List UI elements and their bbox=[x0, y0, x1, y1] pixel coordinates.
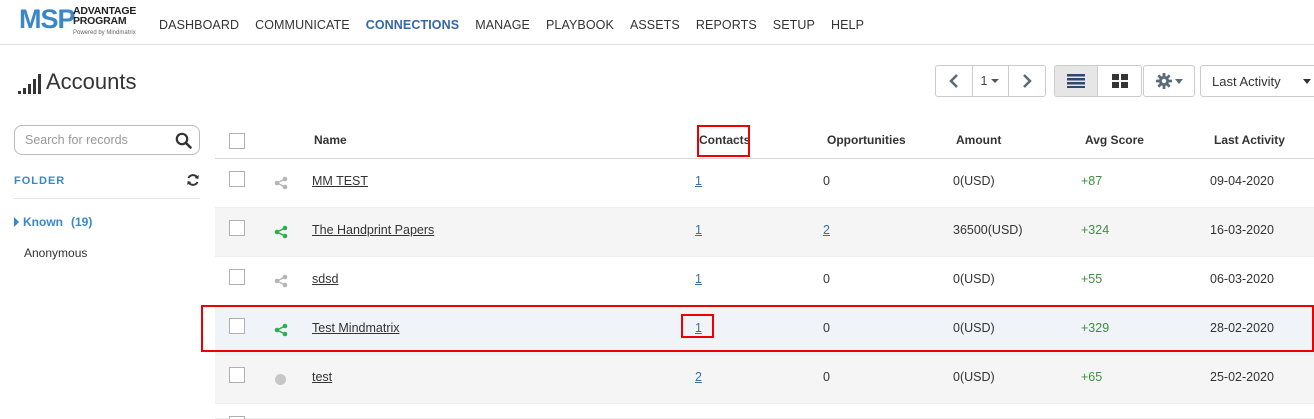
folder-known-count: (19) bbox=[71, 215, 93, 229]
folder-header: FOLDER bbox=[14, 173, 200, 190]
chevron-left-icon bbox=[949, 74, 958, 88]
folder-label: FOLDER bbox=[14, 175, 66, 187]
col-amount[interactable]: Amount bbox=[956, 133, 1001, 147]
account-name[interactable]: The Handprint Papers bbox=[312, 223, 434, 237]
nav-help[interactable]: HELP bbox=[831, 18, 864, 32]
share-icon bbox=[274, 176, 288, 190]
folder-anonymous[interactable]: Anonymous bbox=[24, 246, 87, 260]
nav-manage[interactable]: MANAGE bbox=[475, 18, 530, 32]
table-row[interactable]: test 2 0 0(USD) +65 25-02-2020 bbox=[215, 355, 1314, 404]
col-avg-score[interactable]: Avg Score bbox=[1085, 133, 1144, 147]
amount-value: 0(USD) bbox=[953, 272, 995, 286]
grid-view-button[interactable] bbox=[1098, 66, 1141, 96]
sort-label: Last Activity bbox=[1212, 73, 1281, 89]
table-row[interactable]: sdsd 1 0 0(USD) +55 06-03-2020 bbox=[215, 257, 1314, 306]
status-dot-icon bbox=[275, 374, 286, 385]
amount-value: 36500(USD) bbox=[953, 223, 1023, 237]
page-number: 1 bbox=[980, 74, 988, 88]
folder-divider bbox=[14, 198, 200, 199]
view-toggle bbox=[1054, 65, 1142, 97]
search-input[interactable] bbox=[25, 133, 170, 147]
nav-reports[interactable]: REPORTS bbox=[696, 18, 757, 32]
nav-connections[interactable]: CONNECTIONS bbox=[366, 18, 459, 32]
folder-known-label: Known bbox=[23, 215, 63, 229]
record-search bbox=[14, 125, 200, 155]
contacts-count[interactable]: 1 bbox=[695, 272, 702, 286]
account-name[interactable]: sdsd bbox=[312, 272, 338, 286]
table-row[interactable]: MM TEST 1 0 0(USD) +87 09-04-2020 bbox=[215, 159, 1314, 208]
col-name[interactable]: Name bbox=[314, 133, 347, 147]
select-all-checkbox[interactable] bbox=[229, 133, 245, 149]
list-view-button[interactable] bbox=[1055, 66, 1098, 96]
prev-page-button[interactable] bbox=[936, 66, 972, 96]
table-row-partial bbox=[215, 404, 1314, 419]
caret-down-icon bbox=[991, 79, 1000, 83]
grid-icon bbox=[1111, 74, 1128, 88]
avg-score: +55 bbox=[1081, 272, 1103, 286]
row-highlight bbox=[201, 305, 1314, 352]
logo-msp: MSP bbox=[19, 4, 76, 34]
row-checkbox[interactable] bbox=[229, 367, 245, 383]
settings-button[interactable] bbox=[1143, 65, 1195, 97]
avg-score: +324 bbox=[1081, 223, 1110, 237]
chevron-right-icon bbox=[1023, 74, 1032, 88]
caret-down-icon bbox=[1174, 78, 1183, 84]
contacts-cell-highlight bbox=[681, 314, 714, 338]
nav-dashboard[interactable]: DASHBOARD bbox=[159, 18, 239, 32]
gear-icon bbox=[1155, 73, 1172, 89]
top-nav: MSP ADVANTAGE PROGRAM Powered by Mindmatr… bbox=[0, 0, 1314, 45]
page-select[interactable]: 1 bbox=[972, 66, 1009, 96]
last-activity-date: 25-02-2020 bbox=[1210, 370, 1274, 384]
row-checkbox[interactable] bbox=[229, 220, 245, 236]
contacts-count[interactable]: 2 bbox=[695, 370, 702, 384]
last-activity-date: 06-03-2020 bbox=[1210, 272, 1274, 286]
refresh-icon[interactable] bbox=[186, 173, 200, 190]
avg-score: +65 bbox=[1081, 370, 1103, 384]
row-checkbox[interactable] bbox=[229, 171, 245, 187]
search-icon[interactable] bbox=[175, 132, 192, 152]
list-icon bbox=[1067, 74, 1085, 88]
signal-bars-icon bbox=[18, 72, 42, 94]
next-page-button[interactable] bbox=[1009, 66, 1045, 96]
sort-select[interactable]: Last Activity bbox=[1200, 65, 1314, 97]
contacts-count[interactable]: 1 bbox=[695, 223, 702, 237]
opportunities-count: 0 bbox=[823, 174, 830, 188]
page-title: Accounts bbox=[46, 69, 137, 94]
contacts-count[interactable]: 1 bbox=[695, 174, 702, 188]
nav-playbook[interactable]: PLAYBOOK bbox=[546, 18, 614, 32]
opportunities-count: 0 bbox=[823, 272, 830, 286]
avg-score: +87 bbox=[1081, 174, 1103, 188]
opportunities-count: 0 bbox=[823, 370, 830, 384]
nav-setup[interactable]: SETUP bbox=[773, 18, 815, 32]
pagination: 1 bbox=[935, 65, 1046, 97]
caret-down-icon bbox=[1303, 79, 1311, 84]
col-last-activity[interactable]: Last Activity bbox=[1214, 133, 1285, 147]
account-name[interactable]: MM TEST bbox=[312, 174, 368, 188]
share-icon bbox=[274, 274, 288, 288]
nav-assets[interactable]: ASSETS bbox=[630, 18, 680, 32]
last-activity-date: 16-03-2020 bbox=[1210, 223, 1274, 237]
folder-known[interactable]: Known (19) bbox=[14, 215, 92, 229]
opportunities-count[interactable]: 2 bbox=[823, 223, 830, 237]
page-header: Accounts bbox=[18, 70, 137, 94]
row-checkbox[interactable] bbox=[229, 269, 245, 285]
amount-value: 0(USD) bbox=[953, 174, 995, 188]
table-header: Name Contacts Opportunities Amount Avg S… bbox=[215, 125, 1314, 159]
account-name[interactable]: test bbox=[312, 370, 332, 384]
col-opportunities[interactable]: Opportunities bbox=[827, 133, 906, 147]
last-activity-date: 09-04-2020 bbox=[1210, 174, 1274, 188]
nav-communicate[interactable]: COMMUNICATE bbox=[255, 18, 350, 32]
amount-value: 0(USD) bbox=[953, 370, 995, 384]
main-menu: DASHBOARD COMMUNICATE CONNECTIONS MANAGE… bbox=[159, 18, 880, 32]
contacts-header-highlight bbox=[697, 125, 750, 157]
caret-right-icon bbox=[14, 217, 19, 227]
logo-powered-by: Powered by Mindmatrix bbox=[73, 30, 136, 36]
logo-program: ADVANTAGE PROGRAM bbox=[73, 5, 137, 27]
share-icon bbox=[274, 225, 288, 239]
table-row[interactable]: The Handprint Papers 1 2 36500(USD) +324… bbox=[215, 208, 1314, 257]
